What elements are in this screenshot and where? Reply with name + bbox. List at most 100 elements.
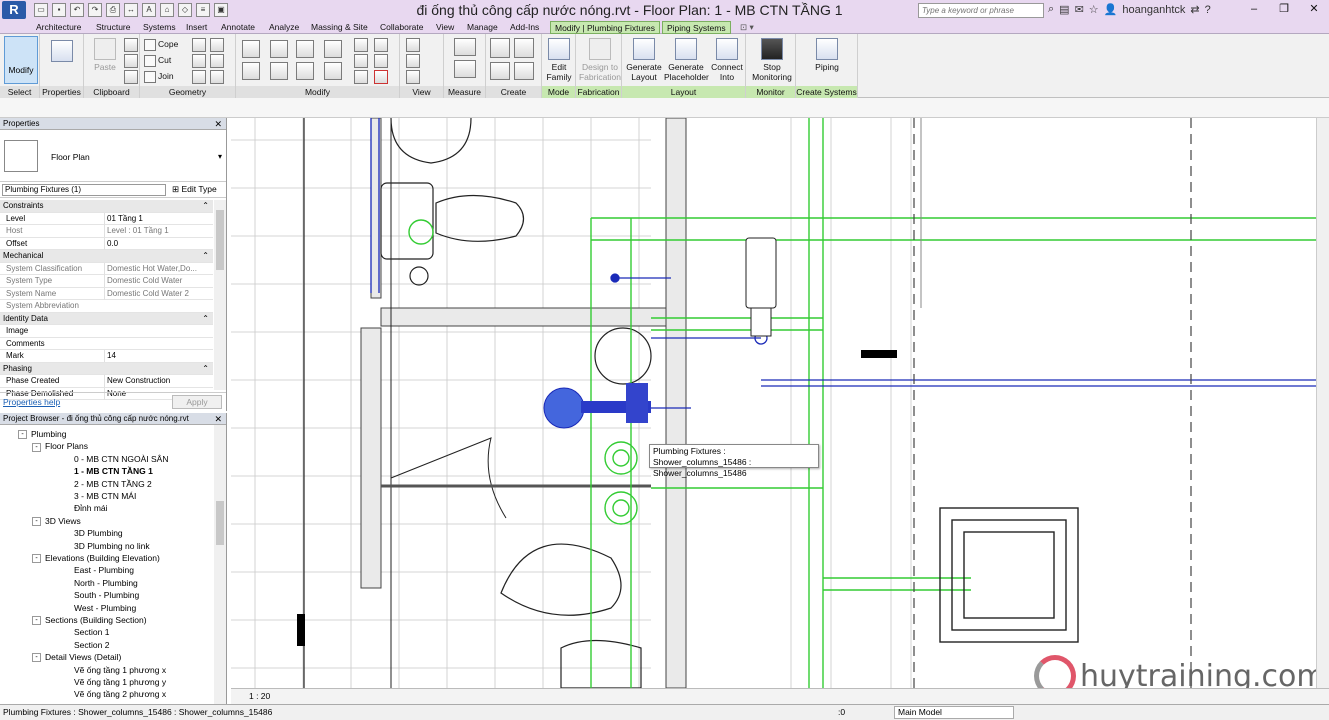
property-row[interactable]: Offset 0.0 bbox=[0, 237, 213, 250]
pin-icon[interactable] bbox=[354, 70, 368, 84]
browser-item[interactable]: Section 2 bbox=[74, 639, 109, 651]
paste-button[interactable]: Paste bbox=[86, 36, 124, 84]
align-icon[interactable] bbox=[242, 40, 260, 58]
tab-systems[interactable]: Systems bbox=[143, 21, 176, 34]
communication-icon[interactable]: ✉ bbox=[1075, 3, 1084, 16]
properties-scrollbar[interactable] bbox=[214, 200, 226, 390]
browser-item[interactable]: - Plumbing bbox=[18, 428, 66, 440]
geometry-tool-icon[interactable] bbox=[210, 70, 224, 84]
maximize-icon[interactable]: ❐ bbox=[1269, 0, 1299, 18]
property-value[interactable]: Domestic Hot Water,Do... bbox=[104, 262, 212, 275]
dimension-icon[interactable] bbox=[454, 60, 476, 78]
property-row[interactable]: Level 01 Tầng 1 bbox=[0, 212, 213, 225]
subscription-icon[interactable]: ▤ bbox=[1059, 3, 1069, 16]
geometry-tool-icon[interactable] bbox=[192, 54, 206, 68]
create-group-icon[interactable] bbox=[514, 38, 534, 58]
browser-item[interactable]: East - Plumbing bbox=[74, 564, 134, 576]
minimize-icon[interactable]: – bbox=[1239, 0, 1269, 18]
property-row[interactable]: Mark 14 bbox=[0, 350, 213, 363]
browser-item[interactable]: Đỉnh mái bbox=[74, 502, 108, 514]
tab-overflow-icon[interactable]: ⊡ ▾ bbox=[740, 21, 754, 34]
tab-structure[interactable]: Structure bbox=[96, 21, 131, 34]
tree-toggle-icon[interactable]: - bbox=[32, 616, 41, 626]
geometry-tool-icon[interactable] bbox=[210, 54, 224, 68]
property-group-header[interactable]: Phasing ⌃ bbox=[0, 362, 213, 375]
browser-item[interactable]: -3D Views bbox=[32, 515, 81, 527]
rotate-icon[interactable] bbox=[296, 62, 314, 80]
tab-insert[interactable]: Insert bbox=[186, 21, 207, 34]
search-input[interactable] bbox=[922, 6, 1043, 15]
chevron-down-icon[interactable]: ▾ bbox=[218, 152, 222, 161]
browser-item[interactable]: 3 - MB CTN MÁI bbox=[74, 490, 136, 502]
generate-layout-button[interactable]: Generate Layout bbox=[624, 36, 664, 84]
offset-icon[interactable] bbox=[270, 40, 288, 58]
browser-item[interactable]: 3D Plumbing bbox=[74, 527, 123, 539]
user-icon[interactable]: 👤 bbox=[1104, 3, 1118, 16]
close-icon[interactable]: ✕ bbox=[1299, 0, 1329, 18]
property-value[interactable]: Level : 01 Tầng 1 bbox=[104, 225, 212, 237]
browser-item[interactable]: 2 - MB CTN TẦNG 2 bbox=[74, 478, 152, 490]
active-model-select[interactable]: Main Model bbox=[894, 706, 1014, 719]
search-icon[interactable]: ⌕ bbox=[1048, 3, 1054, 16]
geometry-tool-icon[interactable] bbox=[192, 70, 206, 84]
property-value[interactable]: 0.0 bbox=[104, 237, 212, 250]
cut-clipboard-icon[interactable] bbox=[124, 38, 138, 52]
close-icon[interactable]: ✕ bbox=[214, 118, 222, 130]
edit-family-button[interactable]: Edit Family bbox=[542, 36, 576, 84]
scale-icon[interactable] bbox=[354, 54, 368, 68]
properties-filter-select[interactable]: Plumbing Fixtures (1) bbox=[2, 184, 166, 196]
property-row[interactable]: Image bbox=[0, 325, 213, 338]
search-box[interactable] bbox=[918, 3, 1044, 18]
property-group-header[interactable]: Constraints ⌃ bbox=[0, 200, 213, 213]
tree-toggle-icon[interactable]: - bbox=[32, 517, 41, 527]
piping-button[interactable]: Piping bbox=[808, 36, 846, 84]
create-parts-icon[interactable] bbox=[490, 62, 510, 80]
browser-item[interactable]: North - Plumbing bbox=[74, 577, 138, 589]
floor-plan-drawing[interactable] bbox=[231, 118, 1316, 688]
browser-scrollbar[interactable] bbox=[214, 425, 226, 704]
tab-collaborate[interactable]: Collaborate bbox=[380, 21, 423, 34]
browser-item[interactable]: - Sections (Building Section) bbox=[32, 614, 147, 626]
tab-modify-plumbing-fixtures[interactable]: Modify | Plumbing Fixtures bbox=[550, 21, 660, 34]
measure-distance-icon[interactable] bbox=[454, 38, 476, 56]
browser-item[interactable]: Vẽ ống tầng 1 phương y bbox=[74, 676, 166, 688]
tab-add-ins[interactable]: Add-Ins bbox=[510, 21, 539, 34]
delete-icon[interactable] bbox=[374, 70, 388, 84]
geometry-tool-icon[interactable] bbox=[192, 38, 206, 52]
browser-item[interactable]: 1 - MB CTN TẦNG 1 bbox=[74, 465, 153, 477]
geometry-tool-icon[interactable] bbox=[210, 38, 224, 52]
browser-item[interactable]: - Elevations (Building Elevation) bbox=[32, 552, 160, 564]
scrollbar-thumb[interactable] bbox=[216, 501, 224, 545]
design-to-fabrication-button[interactable]: Design to Fabrication bbox=[578, 36, 622, 84]
tab-annotate[interactable]: Annotate bbox=[221, 21, 255, 34]
cope-button[interactable]: Cope bbox=[142, 37, 178, 51]
tab-architecture[interactable]: Architecture bbox=[36, 21, 81, 34]
favorites-icon[interactable]: ☆ bbox=[1089, 3, 1099, 16]
tab-view[interactable]: View bbox=[436, 21, 454, 34]
property-row[interactable]: Host Level : 01 Tầng 1 bbox=[0, 225, 213, 238]
tab-manage[interactable]: Manage bbox=[467, 21, 498, 34]
tree-toggle-icon[interactable]: - bbox=[18, 430, 27, 440]
create-assembly-icon[interactable] bbox=[514, 62, 534, 80]
property-value[interactable]: New Construction bbox=[104, 375, 212, 387]
browser-item[interactable]: - Detail Views (Detail) bbox=[32, 651, 121, 663]
tree-toggle-icon[interactable]: - bbox=[32, 554, 41, 564]
tree-toggle-icon[interactable]: - bbox=[32, 653, 41, 663]
close-icon[interactable]: ✕ bbox=[214, 413, 222, 425]
property-row[interactable]: Phase Created New Construction bbox=[0, 375, 213, 388]
select-dropdown[interactable]: Select bbox=[0, 86, 39, 98]
properties-help-link[interactable]: Properties help bbox=[3, 397, 60, 407]
copy-clipboard-icon[interactable] bbox=[124, 54, 138, 68]
collapse-icon[interactable]: ⌃ bbox=[202, 250, 209, 262]
property-row[interactable]: System Type Domestic Cold Water bbox=[0, 275, 213, 288]
browser-item[interactable]: West - Plumbing bbox=[74, 602, 136, 614]
apply-button[interactable]: Apply bbox=[172, 395, 222, 409]
canvas-vertical-scrollbar[interactable] bbox=[1316, 118, 1329, 688]
browser-item[interactable]: 3D Plumbing no link bbox=[74, 540, 150, 552]
property-value[interactable]: 14 bbox=[104, 350, 212, 362]
property-group-header[interactable]: Mechanical ⌃ bbox=[0, 250, 213, 263]
drawing-canvas[interactable] bbox=[231, 118, 1316, 688]
tab-massing-site[interactable]: Massing & Site bbox=[311, 21, 368, 34]
property-row[interactable]: Comments bbox=[0, 338, 213, 350]
browser-item[interactable]: - Floor Plans bbox=[32, 440, 88, 452]
